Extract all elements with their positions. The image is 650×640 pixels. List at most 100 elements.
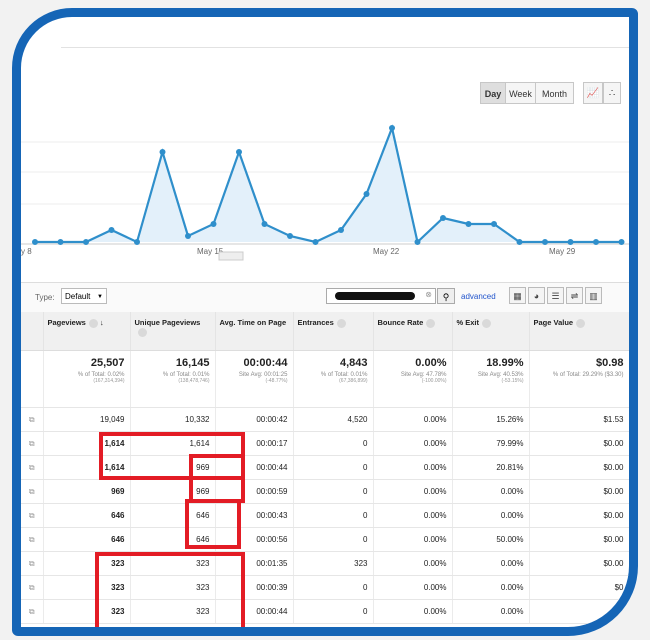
data-point: [516, 239, 523, 245]
open-page-icon[interactable]: ⧉: [21, 455, 44, 480]
open-page-icon[interactable]: ⧉: [21, 575, 44, 600]
open-page-icon[interactable]: ⧉: [21, 527, 44, 552]
table-cell: 0.00%: [452, 503, 530, 528]
x-tick-label: y 8: [21, 247, 32, 256]
day-button[interactable]: Day: [480, 82, 506, 104]
data-point: [440, 215, 446, 221]
table-cell: 969: [43, 479, 131, 504]
type-dropdown[interactable]: Default ▼: [61, 288, 107, 304]
comparison-view-icon[interactable]: ⇌: [566, 287, 583, 304]
help-icon: [426, 318, 436, 328]
help-icon: [576, 318, 586, 328]
table-cell: $1.53: [529, 407, 629, 432]
open-page-icon[interactable]: ⧉: [21, 479, 44, 504]
data-point: [287, 233, 293, 239]
table-cell: 0.00%: [373, 455, 453, 480]
data-point: [83, 239, 89, 245]
header-entrances[interactable]: Entrances: [293, 312, 374, 351]
data-point: [32, 239, 38, 245]
data-point: [542, 239, 548, 245]
highlight-box: [189, 454, 245, 503]
line-chart-icon[interactable]: 📈: [583, 82, 603, 104]
table-cell: 0.00%: [452, 479, 530, 504]
table-cell: 0.00%: [373, 527, 453, 552]
open-page-icon[interactable]: ⧉: [21, 551, 44, 576]
header-pageviews[interactable]: Pageviews ↓: [43, 312, 131, 351]
total-cell: 0.00% Site Avg: 47.78% (-100.00%): [373, 350, 453, 408]
table-cell: 0.00%: [373, 551, 453, 576]
header-avg-time[interactable]: Avg. Time on Page: [215, 312, 294, 351]
data-point: [567, 239, 574, 245]
table-cell: 0: [293, 479, 374, 504]
table-cell: $0: [529, 575, 629, 600]
total-cell: 00:00:44 Site Avg: 00:01:25 (-48.77%): [215, 350, 294, 408]
total-cell: 25,507% of Total: 0.02% (167,314,394): [43, 350, 131, 408]
header-bounce-rate[interactable]: Bounce Rate: [373, 312, 453, 351]
help-icon: [137, 327, 147, 337]
table-cell: 00:00:42: [215, 407, 294, 432]
open-page-icon[interactable]: ⧉: [21, 599, 44, 624]
search-icon[interactable]: ⚲: [437, 288, 455, 304]
data-point: [414, 239, 421, 245]
sort-arrow-icon: ↓: [99, 318, 104, 327]
table-cell: 79.99%: [452, 431, 530, 456]
performance-view-icon[interactable]: ☰: [547, 287, 564, 304]
table-row[interactable]: ⧉ 19,049 10,332 00:00:42 4,520 0.00% 15.26% $1.…: [21, 407, 629, 432]
table-cell: 15.26%: [452, 407, 530, 432]
pivot-view-icon[interactable]: ▥: [585, 287, 602, 304]
table-cell: $0.: [529, 599, 629, 624]
data-point: [159, 149, 166, 155]
blue-frame: Day Week Month 📈 ∴ y 8 May 15 May 22 May 29…: [12, 8, 638, 636]
table-cell: 20.81%: [452, 455, 530, 480]
scatter-chart-icon[interactable]: ∴: [603, 82, 621, 104]
table-cell: 0: [293, 527, 374, 552]
table-cell: $0.00: [529, 431, 629, 456]
table-cell: $0.00: [529, 551, 629, 576]
table-cell: 0.00%: [373, 503, 453, 528]
table-row[interactable]: ⧉ 646 646 00:00:56 0 0.00% 50.00% $0.00: [21, 527, 629, 552]
redacted-search-text: [335, 292, 415, 300]
table-cell: 0.00%: [373, 431, 453, 456]
highlight-box: [185, 499, 241, 549]
x-tick-label: May 22: [373, 247, 400, 256]
table-cell: 0: [293, 503, 374, 528]
week-button[interactable]: Week: [506, 82, 536, 104]
table-cell: 323: [293, 551, 374, 576]
table-cell: 0: [293, 431, 374, 456]
chart-area: [35, 128, 622, 242]
table-view-icon[interactable]: ▦: [509, 287, 526, 304]
header-exit[interactable]: % Exit: [452, 312, 530, 351]
table-cell: 0.00%: [452, 599, 530, 624]
open-page-icon[interactable]: ⧉: [21, 503, 44, 528]
header-unique-pageviews[interactable]: Unique Pageviews: [130, 312, 216, 351]
search-input[interactable]: ⊗: [326, 288, 436, 304]
open-page-icon[interactable]: ⧉: [21, 407, 44, 432]
advanced-link[interactable]: advanced: [461, 292, 496, 301]
totals-row: 25,507% of Total: 0.02% (167,314,394) 16,1…: [21, 350, 629, 408]
month-button[interactable]: Month: [536, 82, 574, 104]
open-page-icon[interactable]: ⧉: [21, 431, 44, 456]
clear-icon[interactable]: ⊗: [425, 290, 432, 299]
totals-spacer: [21, 350, 44, 408]
help-icon: [88, 318, 98, 328]
data-point: [465, 221, 472, 227]
table-cell: 4,520: [293, 407, 374, 432]
data-point: [185, 233, 191, 239]
help-icon: [482, 318, 492, 328]
top-divider: [61, 47, 629, 48]
table-row[interactable]: ⧉ 646 646 00:00:43 0 0.00% 0.00% $0.00: [21, 503, 629, 528]
data-point: [108, 227, 115, 233]
table-cell: 646: [43, 503, 131, 528]
highlight-box: [95, 552, 245, 627]
total-cell: $0.98% of Total: 29.29% ($3.30): [529, 350, 629, 408]
table-row[interactable]: ⧉ 969 969 00:00:59 0 0.00% 0.00% $0.00: [21, 479, 629, 504]
data-point: [389, 125, 395, 131]
data-point: [491, 221, 497, 227]
data-point: [57, 239, 64, 245]
resize-handle: [218, 251, 244, 261]
table-cell: 646: [43, 527, 131, 552]
pie-view-icon[interactable]: ◕: [528, 287, 545, 304]
data-point: [363, 191, 370, 197]
table-cell: 0: [293, 455, 374, 480]
header-page-value[interactable]: Page Value: [529, 312, 629, 351]
